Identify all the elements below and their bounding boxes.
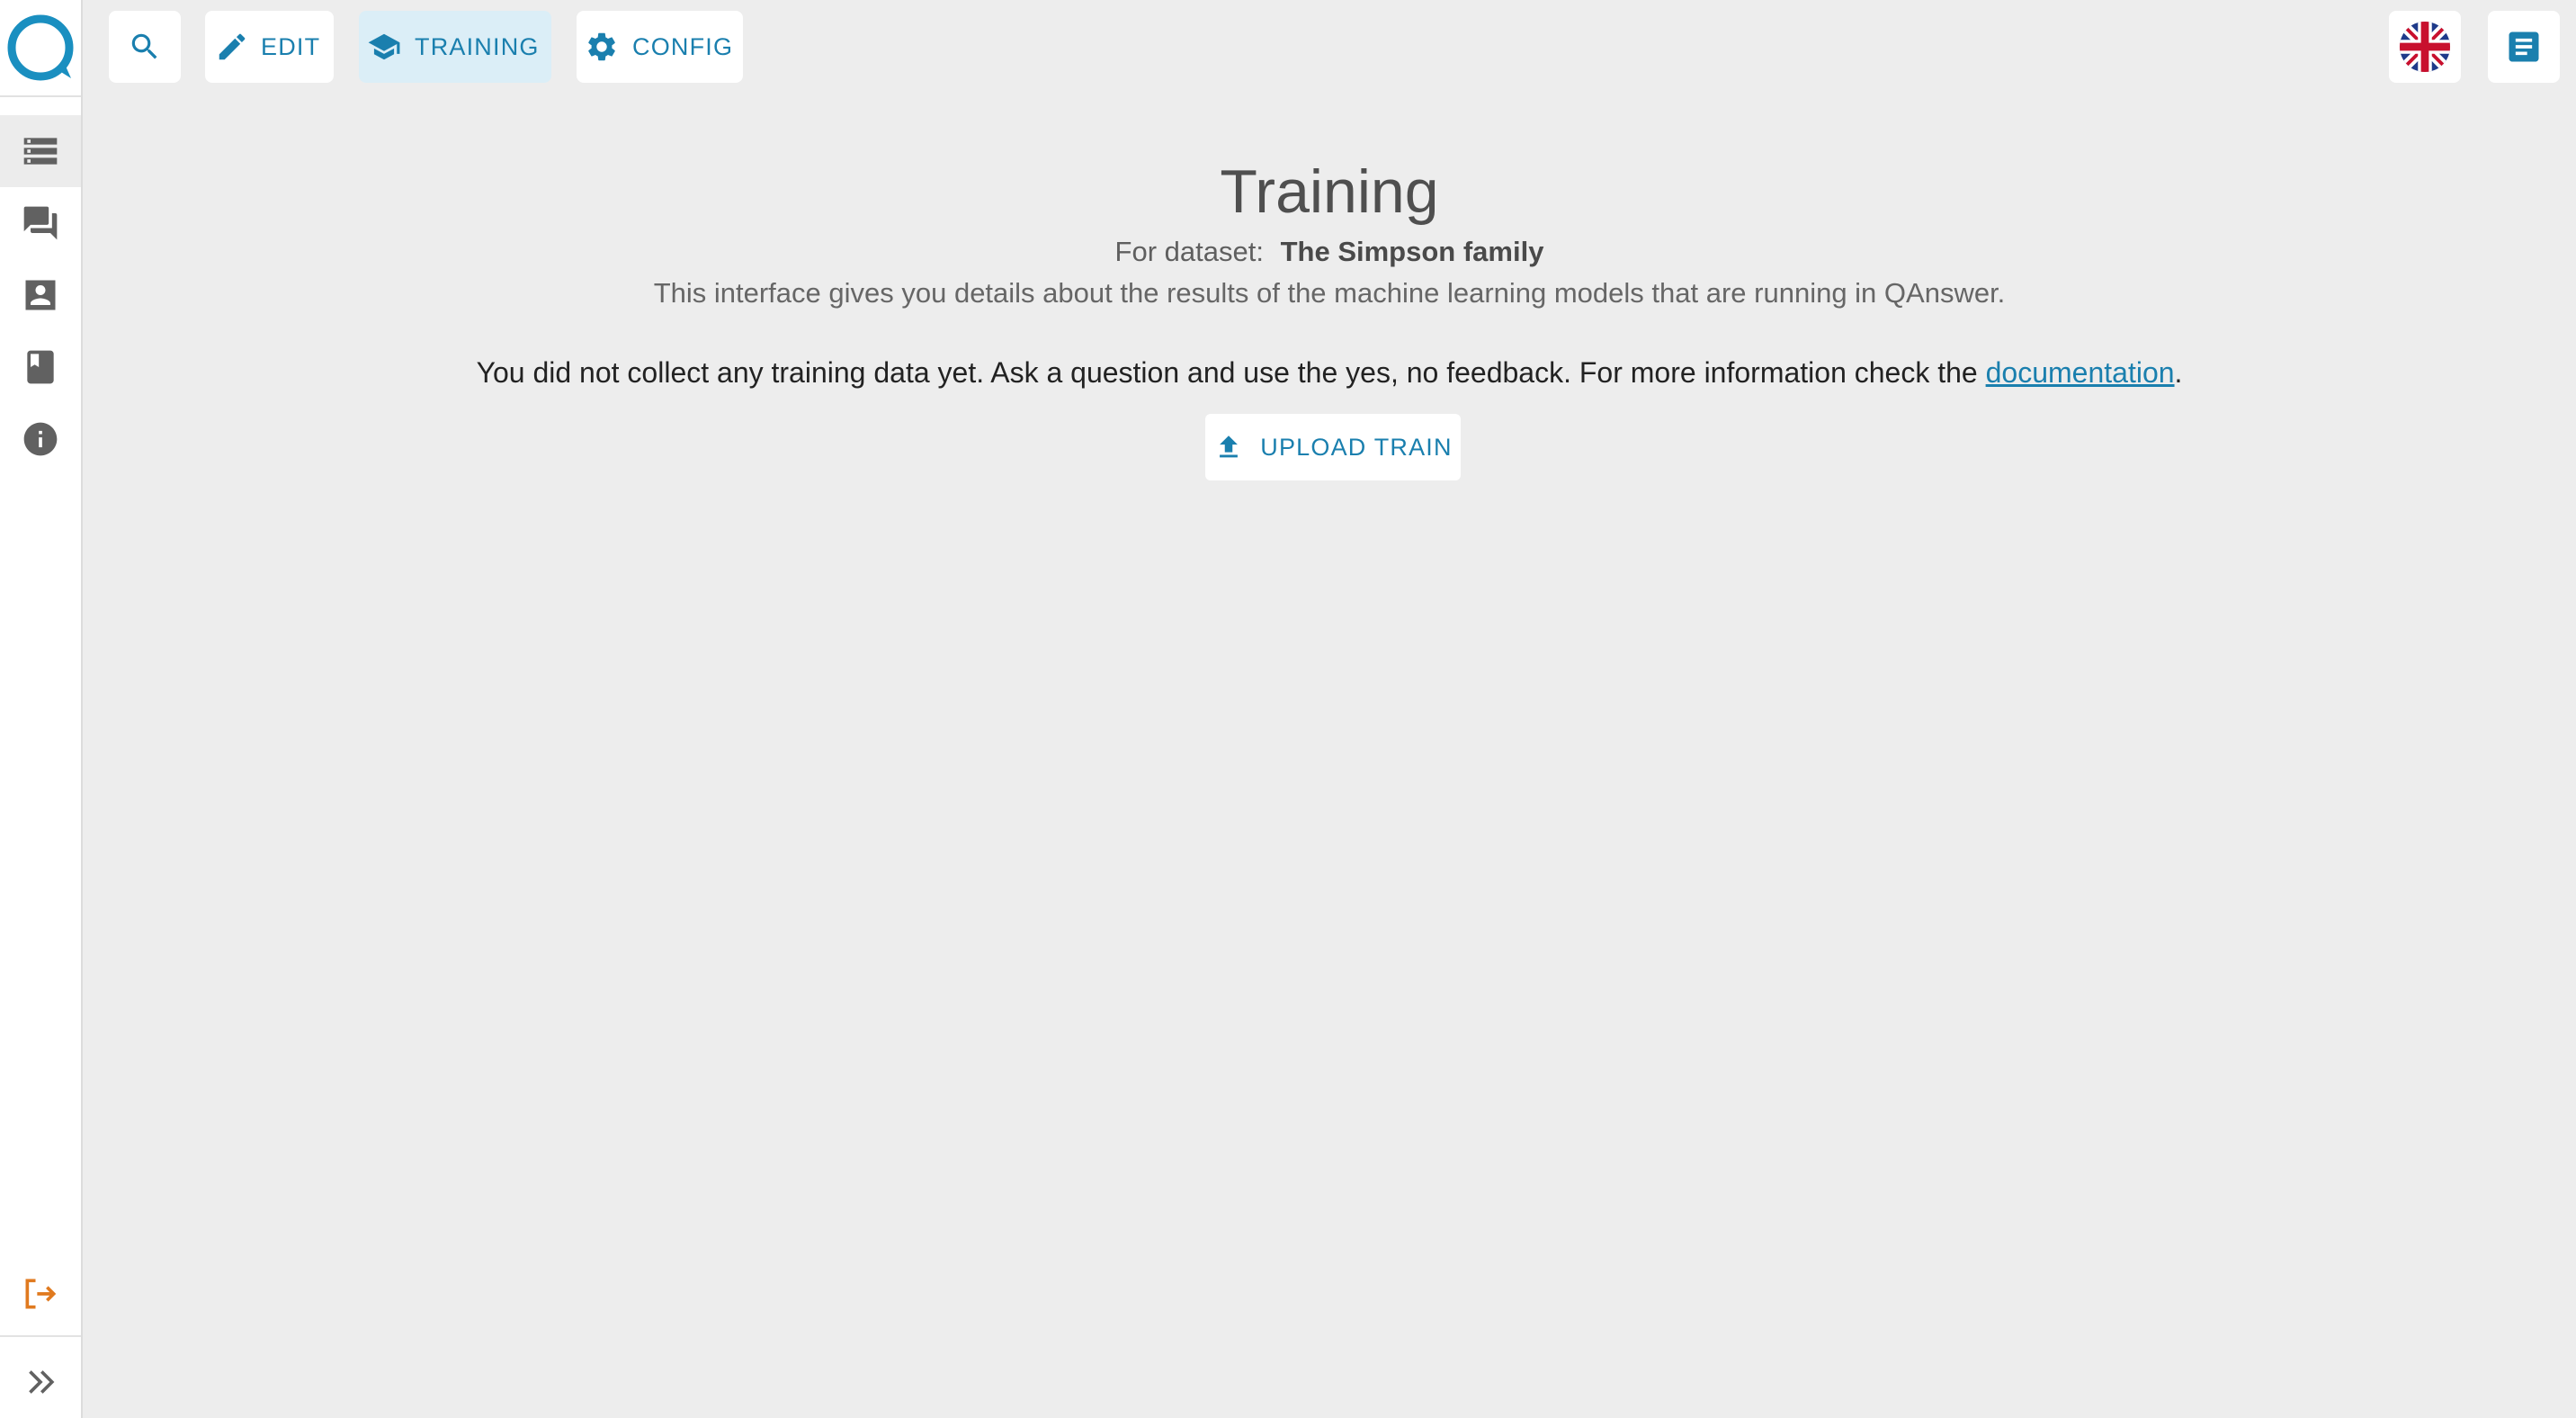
sidebar-item-datasets[interactable]	[0, 115, 81, 187]
sidebar	[0, 0, 83, 1418]
info-icon	[23, 422, 58, 456]
document-icon	[2509, 31, 2539, 62]
search-button[interactable]	[109, 11, 181, 83]
dataset-name: The Simpson family	[1280, 236, 1544, 267]
dataset-prefix: For dataset:	[1114, 236, 1264, 267]
upload-train-button[interactable]: UPLOAD TRAIN	[1205, 414, 1461, 480]
documentation-link[interactable]: documentation	[1986, 356, 2175, 389]
sidebar-item-info[interactable]	[0, 403, 81, 475]
config-label: CONFIG	[632, 32, 734, 60]
book-icon	[27, 350, 54, 384]
dataset-line: For dataset: The Simpson family	[83, 236, 2576, 268]
tab-training[interactable]: TRAINING	[359, 11, 551, 83]
language-button[interactable]	[2389, 11, 2461, 83]
forum-icon	[23, 206, 58, 240]
storage-icon	[23, 138, 58, 165]
uk-flag-icon	[2399, 21, 2451, 73]
sidebar-divider	[0, 1335, 81, 1337]
contact-icon	[25, 280, 56, 310]
gear-icon	[584, 29, 620, 65]
qanswer-logo[interactable]	[0, 0, 81, 97]
edit-label: EDIT	[261, 32, 321, 60]
training-label: TRAINING	[415, 32, 540, 60]
upload-train-label: UPLOAD TRAIN	[1260, 433, 1453, 461]
sidebar-item-conversations[interactable]	[0, 187, 81, 259]
logout-button[interactable]	[0, 1258, 81, 1330]
expand-sidebar-button[interactable]	[0, 1346, 81, 1418]
documentation-button[interactable]	[2488, 11, 2560, 83]
edit-button[interactable]: EDIT	[205, 11, 334, 83]
page-title: Training	[1220, 157, 1439, 226]
config-button[interactable]: CONFIG	[577, 11, 743, 83]
double-chevron-icon	[29, 1370, 55, 1394]
search-icon	[127, 29, 163, 65]
logout-icon	[25, 1279, 57, 1309]
notice-text: You did not collect any training data ye…	[476, 356, 1986, 389]
sidebar-item-docs[interactable]	[0, 331, 81, 403]
pencil-icon	[214, 29, 250, 65]
no-training-data-notice: You did not collect any training data ye…	[83, 356, 2576, 390]
school-icon	[366, 29, 402, 65]
upload-icon	[1213, 432, 1244, 462]
sidebar-item-users[interactable]	[0, 259, 81, 331]
notice-end: .	[2174, 356, 2183, 389]
page-description: This interface gives you details about t…	[653, 277, 2006, 309]
